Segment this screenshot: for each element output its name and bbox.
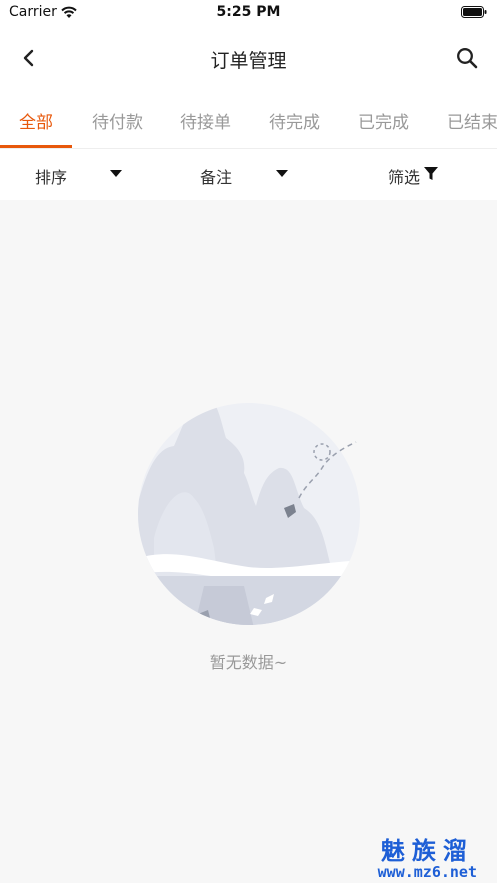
tab-closed[interactable]: 已结束 xyxy=(447,108,497,133)
tab-all[interactable]: 全部 xyxy=(19,108,53,133)
navigation-bar: 订单管理 xyxy=(0,26,497,90)
filter-button[interactable]: 筛选 xyxy=(388,164,420,188)
battery-icon xyxy=(461,6,487,18)
remark-dropdown[interactable]: 备注 xyxy=(200,164,232,188)
watermark: 魅族溜 www.mz6.net xyxy=(378,838,477,880)
search-icon xyxy=(457,48,478,69)
search-button[interactable] xyxy=(449,40,485,76)
watermark-brand: 魅族溜 xyxy=(380,837,474,865)
empty-state-text: 暂无数据~ xyxy=(209,653,288,672)
remark-caret-icon[interactable] xyxy=(276,170,288,177)
active-tab-indicator xyxy=(0,145,72,148)
status-bar: Carrier 5:25 PM xyxy=(0,0,497,26)
sort-dropdown[interactable]: 排序 xyxy=(35,164,67,188)
empty-mountain-illustration xyxy=(138,403,360,625)
order-status-tabs: 全部 待付款 待接单 待完成 已完成 已结束 xyxy=(0,90,497,149)
tab-pending-payment[interactable]: 待付款 xyxy=(92,108,143,133)
tab-completed[interactable]: 已完成 xyxy=(358,108,409,133)
status-time: 5:25 PM xyxy=(216,4,281,20)
funnel-icon[interactable] xyxy=(424,167,438,181)
sort-caret-icon[interactable] xyxy=(110,170,122,177)
watermark-url: www.mz6.net xyxy=(377,863,477,881)
tab-pending-complete[interactable]: 待完成 xyxy=(269,108,320,133)
tab-pending-accept[interactable]: 待接单 xyxy=(180,108,231,133)
filter-bar: 排序 备注 筛选 xyxy=(0,149,497,200)
page-title: 订单管理 xyxy=(210,50,287,72)
